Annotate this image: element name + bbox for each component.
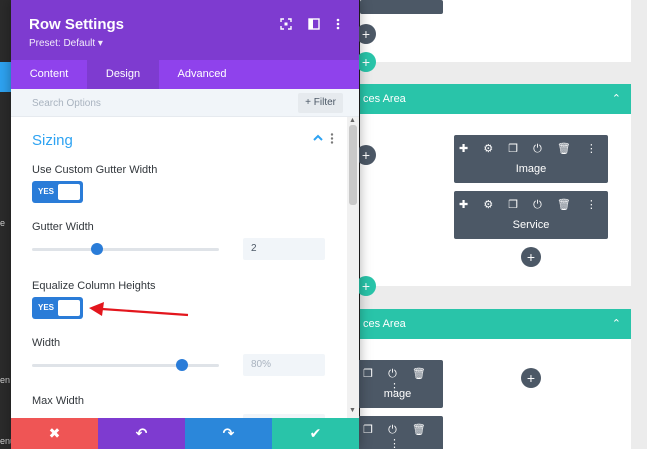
module-label: Image (515, 163, 547, 175)
chevron-up-icon[interactable]: ⌃ (612, 92, 621, 105)
slider-gutter-width[interactable] (32, 243, 219, 255)
slider-handle[interactable] (175, 359, 188, 371)
more-icon[interactable] (330, 133, 334, 147)
save-button[interactable]: ✔ (272, 418, 359, 449)
more-icon[interactable] (336, 18, 340, 33)
slider-width[interactable] (32, 359, 219, 371)
add-module-button[interactable]: + (521, 247, 541, 267)
left-panel-text-2: en (0, 375, 11, 385)
left-panel-text-1: e (0, 218, 6, 228)
group-title-sizing[interactable]: Sizing (32, 132, 73, 149)
slider-track[interactable] (32, 248, 219, 251)
plus-icon: + (361, 147, 371, 163)
plus-icon: + (361, 54, 371, 70)
module-service[interactable]: ✚ ⚙ ❐ ⏻ 🗑 ⋮ Service (454, 191, 608, 239)
toggle-text: YES (38, 187, 55, 196)
scroll-thumb[interactable] (349, 125, 357, 205)
redo-button[interactable]: ↷ (185, 418, 272, 449)
toggle-text: YES (38, 303, 55, 312)
toggle-knob (58, 300, 80, 316)
expand-icon[interactable] (280, 18, 292, 33)
redo-icon: ↷ (222, 425, 235, 441)
input-width[interactable]: 80% (243, 354, 325, 376)
plus-icon: + (361, 26, 371, 42)
module-toolbar[interactable]: ❐ ⏻ 🗑 ⋮ (352, 423, 443, 449)
label-equalize-heights: Equalize Column Heights (32, 280, 156, 292)
label-gutter-width: Gutter Width (32, 221, 94, 233)
undo-icon: ↶ (135, 425, 148, 441)
section-title: ces Area (363, 318, 406, 330)
label-use-custom-gutter: Use Custom Gutter Width (32, 164, 158, 176)
add-module-button[interactable]: + (356, 145, 376, 165)
toggle-use-custom-gutter[interactable]: YES (32, 181, 83, 203)
module-label: Service (512, 219, 550, 231)
settings-tabs: Content Design Advanced (11, 60, 359, 89)
plus-icon: + (526, 249, 536, 265)
search-options-bar: Search Options + Filter (11, 89, 359, 117)
slider-track[interactable] (32, 364, 219, 367)
tab-advanced[interactable]: Advanced (159, 60, 245, 89)
section-title: ces Area (363, 93, 406, 105)
module-top-partial[interactable] (360, 0, 443, 14)
modal-title: Row Settings (29, 16, 125, 33)
input-gutter-width[interactable]: 2 (243, 238, 325, 260)
settings-scrollbar[interactable]: ▲ ▼ (347, 117, 359, 418)
chevron-up-icon[interactable] (313, 133, 323, 145)
toggle-knob (58, 184, 80, 200)
add-row-button[interactable]: + (356, 276, 376, 296)
section-header-1[interactable]: ces Area ⌃ (360, 84, 631, 114)
module-image-2[interactable]: ❐ ⏻ 🗑 ⋮ mage (352, 360, 443, 408)
tab-content[interactable]: Content (11, 60, 87, 89)
toggle-equalize-heights[interactable]: YES (32, 297, 83, 319)
sidebar-layout-icon[interactable] (308, 18, 320, 33)
settings-body: Sizing Use Custom Gutter Width YES Gutte… (11, 117, 347, 418)
slider-handle[interactable] (91, 243, 104, 255)
tab-design[interactable]: Design (87, 60, 159, 89)
module-toolbar[interactable]: ✚ ⚙ ❐ ⏻ 🗑 ⋮ (454, 142, 608, 156)
add-module-button[interactable]: + (356, 24, 376, 44)
module-label: mage (383, 388, 412, 400)
row-settings-modal: Row Settings Preset: Default ▾ Content D… (11, 0, 359, 449)
scroll-up-icon[interactable]: ▲ (349, 117, 356, 124)
left-side-panel: e en enu (0, 0, 15, 449)
chevron-up-icon[interactable]: ⌃ (612, 317, 621, 330)
modal-header[interactable]: Row Settings Preset: Default ▾ (11, 0, 359, 60)
preset-dropdown[interactable]: Preset: Default ▾ (29, 38, 103, 49)
left-panel-highlight (0, 62, 11, 92)
label-width: Width (32, 337, 61, 349)
discard-button[interactable]: ✖ (11, 418, 98, 449)
plus-icon: + (361, 278, 371, 294)
plus-icon: + (526, 370, 536, 386)
undo-button[interactable]: ↶ (98, 418, 185, 449)
add-row-button[interactable]: + (356, 52, 376, 72)
modal-footer: ✖ ↶ ↷ ✔ (11, 418, 359, 449)
search-input[interactable]: Search Options (32, 98, 101, 109)
section-header-2[interactable]: ces Area ⌃ (360, 309, 631, 339)
label-max-width: Max Width (32, 395, 84, 407)
check-icon: ✔ (309, 425, 322, 441)
scroll-down-icon[interactable]: ▼ (349, 407, 356, 414)
module-service-2[interactable]: ❐ ⏻ 🗑 ⋮ (352, 416, 443, 449)
add-module-button[interactable]: + (521, 368, 541, 388)
filter-button[interactable]: + Filter (298, 93, 343, 113)
module-image[interactable]: ✚ ⚙ ❐ ⏻ 🗑 ⋮ Image (454, 135, 608, 183)
close-icon: ✖ (48, 425, 61, 441)
module-toolbar[interactable]: ✚ ⚙ ❐ ⏻ 🗑 ⋮ (454, 198, 608, 212)
